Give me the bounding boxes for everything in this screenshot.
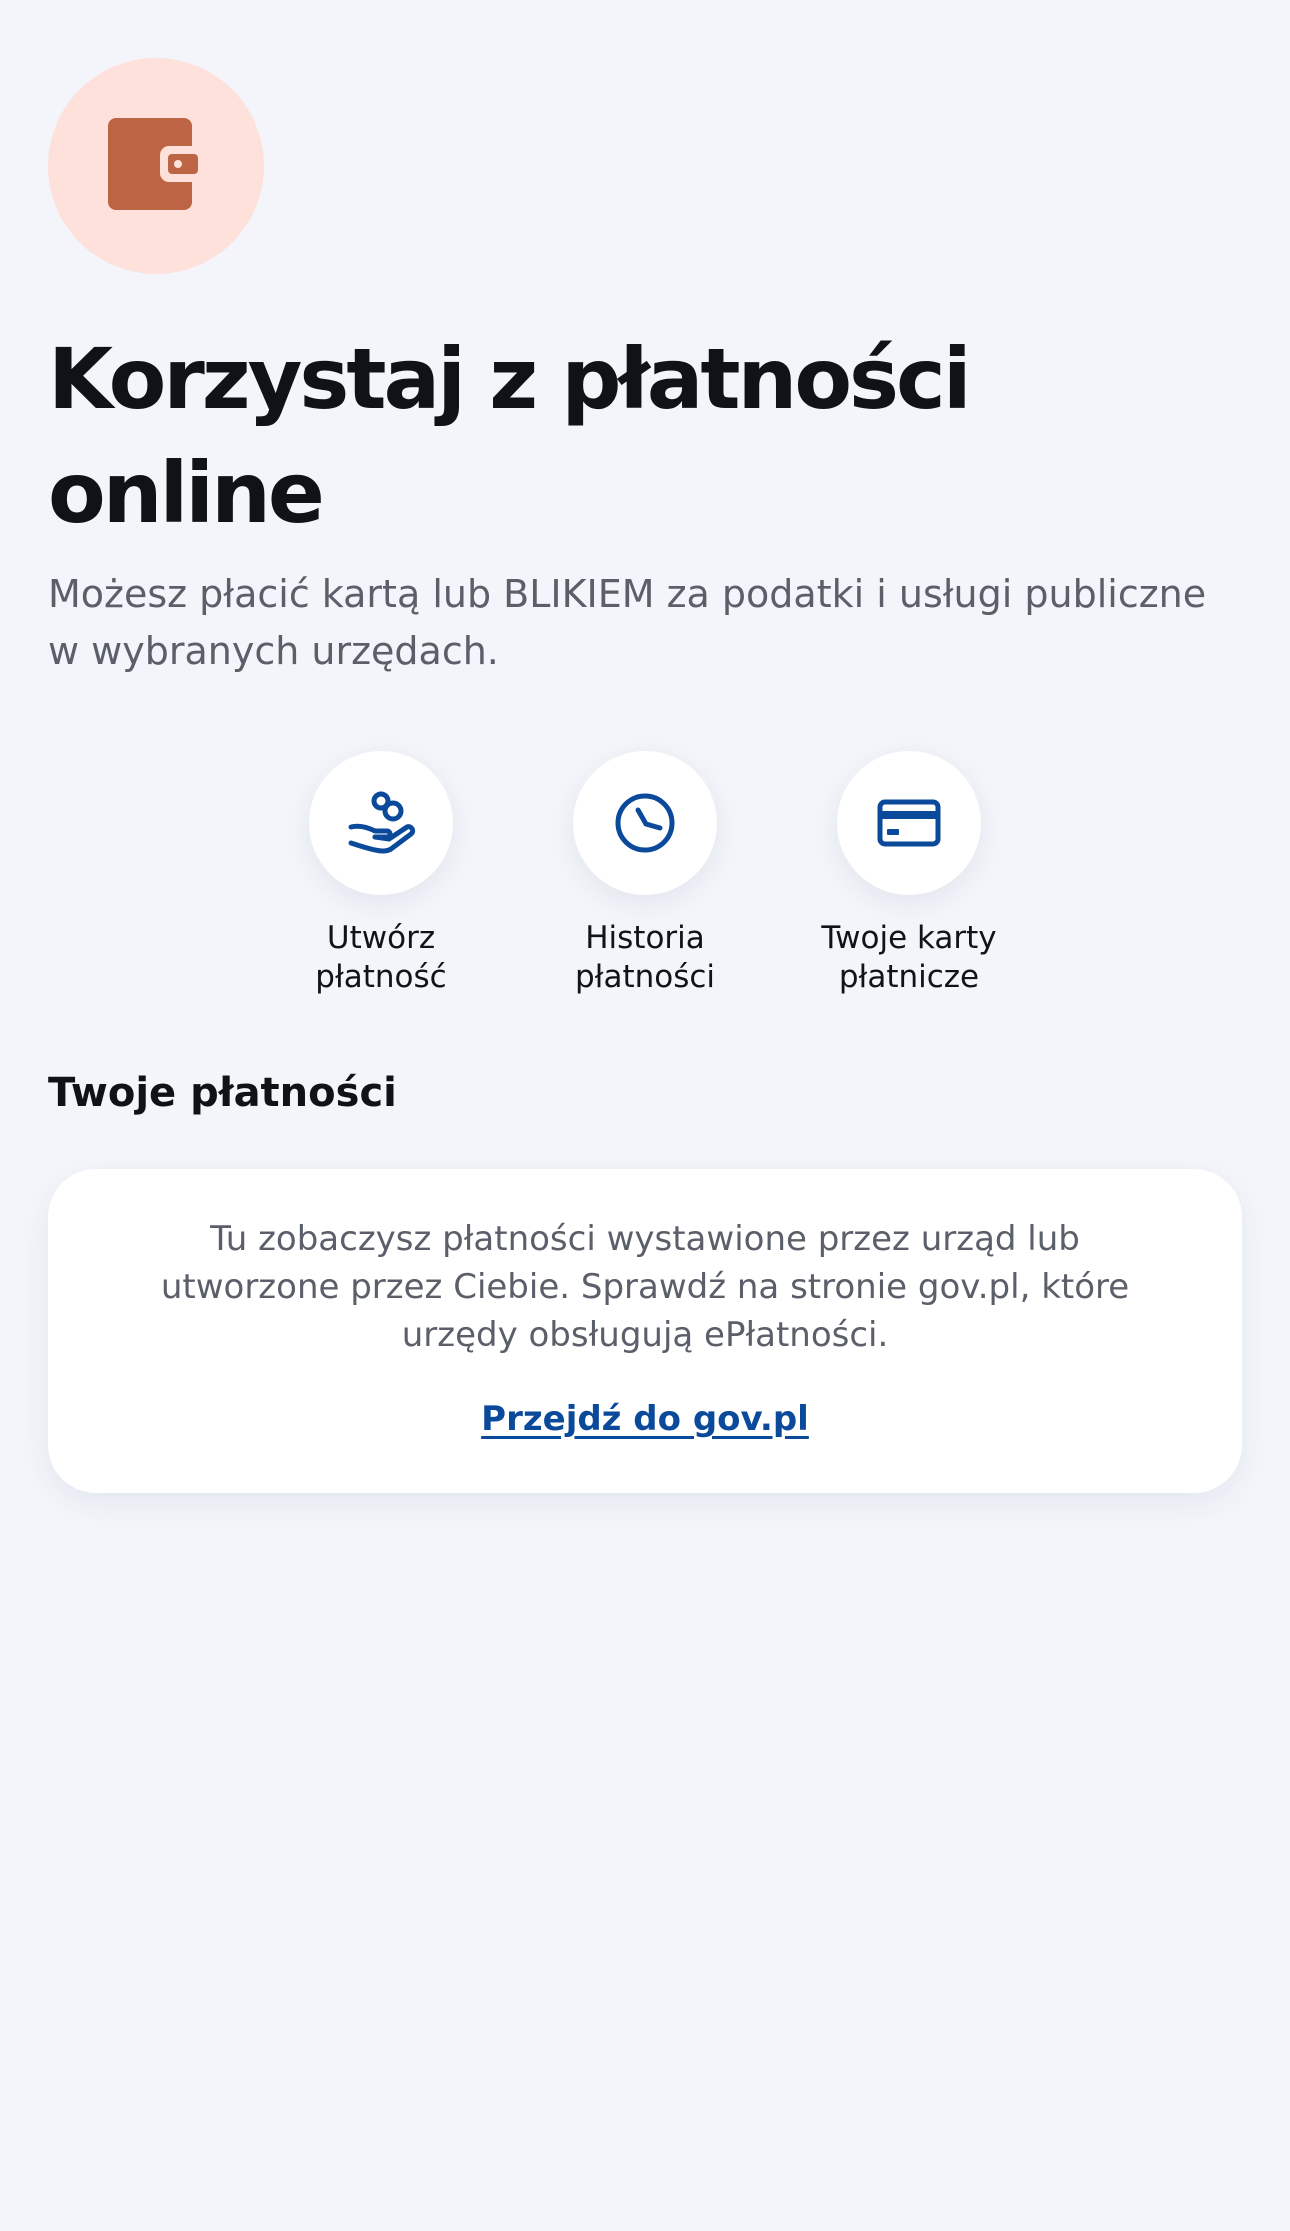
clock-icon bbox=[615, 793, 675, 853]
payment-cards-button[interactable]: Twoje karty płatnicze bbox=[794, 751, 1024, 997]
payment-cards-icon-circle bbox=[837, 751, 981, 895]
page-subtitle: Możesz płacić kartą lub BLIKIEM za podat… bbox=[48, 572, 1207, 673]
credit-card-icon bbox=[877, 799, 941, 847]
create-payment-button[interactable]: Utwórz płatność bbox=[266, 751, 496, 997]
payment-cards-label: Twoje karty płatnicze bbox=[821, 920, 997, 995]
page-title: Korzystaj z płatności online bbox=[48, 330, 972, 542]
payment-history-label: Historia płatności bbox=[574, 920, 716, 995]
payments-empty-text: Tu zobaczysz płatności wystawione przez … bbox=[160, 1219, 1130, 1355]
quick-actions: Utwórz płatność Historia płatności Twoje… bbox=[0, 751, 1290, 1011]
payment-history-button[interactable]: Historia płatności bbox=[530, 751, 760, 997]
hand-coins-icon bbox=[348, 791, 416, 854]
wallet-icon-badge bbox=[48, 58, 264, 274]
create-payment-label: Utwórz płatność bbox=[315, 920, 447, 995]
create-payment-icon-circle bbox=[309, 751, 453, 895]
wallet-icon bbox=[108, 118, 200, 210]
go-to-govpl-link[interactable]: Przejdź do gov.pl bbox=[481, 1397, 809, 1441]
payment-history-icon-circle bbox=[573, 751, 717, 895]
payments-section-title: Twoje płatności bbox=[48, 1070, 397, 1116]
payments-empty-state: Tu zobaczysz płatności wystawione przez … bbox=[48, 1169, 1242, 1493]
